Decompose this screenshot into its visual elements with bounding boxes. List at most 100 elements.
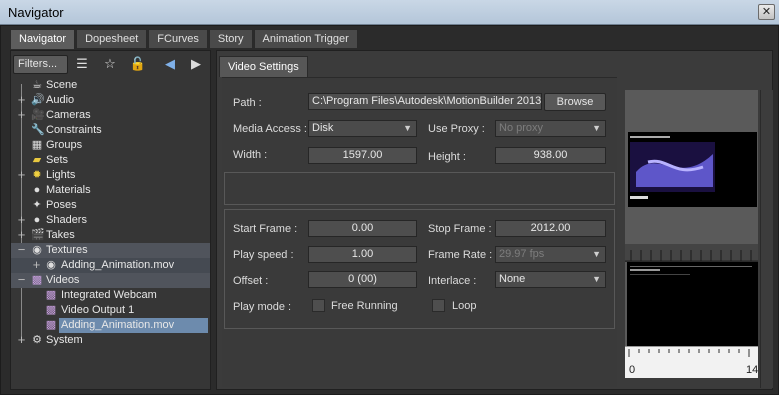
tree-label: System (46, 334, 83, 346)
chevron-down-icon: ▼ (592, 274, 601, 284)
camera-icon: 🎥 (31, 109, 45, 121)
interlace-label: Interlace : (428, 275, 477, 287)
start-frame-label: Start Frame : (233, 223, 298, 235)
loop-label: Loop (452, 300, 477, 312)
tree-label: Adding_Animation.mov (61, 259, 175, 271)
vertical-scrollbar[interactable] (760, 90, 773, 388)
lock-icon[interactable]: 🔓 (129, 56, 147, 73)
tree-item-system[interactable]: + ⚙ System (11, 333, 210, 348)
list-view-icon[interactable]: ☰ (73, 56, 91, 73)
scene-tree: ☕ Scene + 🔊 Audio + 🎥 Cameras 🔧 Constrai… (11, 78, 210, 348)
expand-icon[interactable]: + (16, 108, 27, 121)
tree-label: Audio (46, 94, 75, 106)
tab-animation-trigger[interactable]: Animation Trigger (253, 29, 358, 48)
navigator-panel: Filters... ☰ ☆ 🔓 ◀ ▶ ☕ Scene + 🔊 Audio +… (10, 50, 211, 390)
play-speed-field[interactable]: 1.00 (308, 246, 417, 263)
tree-label: Sets (46, 154, 69, 166)
preview-timeline[interactable]: 0 14 (625, 346, 758, 378)
use-proxy-value: No proxy (499, 122, 544, 134)
tree-label: Shaders (46, 214, 87, 226)
tab-fcurves[interactable]: FCurves (148, 29, 208, 48)
groups-icon: ▦ (31, 139, 43, 151)
pose-icon: ✦ (32, 199, 42, 211)
video-settings-panel: Path : C:\Program Files\Autodesk\MotionB… (222, 77, 617, 387)
expand-icon[interactable]: + (16, 228, 27, 241)
expand-icon[interactable]: + (16, 213, 27, 226)
take-clapper-icon: 🎬 (31, 229, 45, 241)
video-viewer (627, 262, 758, 346)
media-access-select[interactable]: Disk ▼ (308, 120, 417, 137)
video-icon: ▩ (31, 274, 43, 286)
height-field[interactable]: 938.00 (495, 147, 606, 164)
video-icon: ▩ (45, 304, 57, 316)
tree-item-takes[interactable]: + 🎬 Takes (11, 228, 210, 243)
close-button[interactable]: ✕ (758, 4, 775, 20)
expand-icon[interactable]: + (16, 168, 27, 181)
tree-item-scene[interactable]: ☕ Scene (11, 78, 210, 93)
tree-item-constraints[interactable]: 🔧 Constraints (11, 123, 210, 138)
tree-item-videos[interactable]: − ▩ Videos (11, 273, 210, 288)
frame-rate-select[interactable]: 29.97 fps ▼ (495, 246, 606, 263)
media-access-value: Disk (312, 122, 334, 134)
timeline-end-label: 14 (746, 364, 759, 376)
collapse-icon[interactable]: − (16, 273, 27, 286)
collapse-icon[interactable]: − (16, 243, 27, 256)
expand-icon[interactable]: + (16, 333, 27, 346)
timeline-ticks (628, 349, 750, 357)
window-titlebar: Navigator ✕ (0, 0, 779, 25)
interlace-value: None (499, 273, 526, 285)
offset-label: Offset : (233, 275, 269, 287)
filters-button[interactable]: Filters... (13, 55, 68, 74)
tab-dopesheet[interactable]: Dopesheet (76, 29, 148, 48)
tree-item-audio[interactable]: + 🔊 Audio (11, 93, 210, 108)
tree-item-texture-child[interactable]: + ◉ Adding_Animation.mov (11, 258, 210, 273)
free-running-label: Free Running (331, 300, 398, 312)
light-icon: ✹ (32, 169, 42, 181)
constraint-icon: 🔧 (31, 124, 45, 136)
start-frame-field[interactable]: 0.00 (308, 220, 417, 237)
stop-frame-field[interactable]: 2012.00 (495, 220, 606, 237)
tree-item-lights[interactable]: + ✹ Lights (11, 168, 210, 183)
interlace-select[interactable]: None ▼ (495, 271, 606, 288)
tree-item-cameras[interactable]: + 🎥 Cameras (11, 108, 210, 123)
forward-arrow-icon[interactable]: ▶ (187, 56, 205, 73)
tree-item-textures[interactable]: − ◉ Textures (11, 243, 210, 258)
free-running-checkbox[interactable] (312, 299, 325, 312)
tree-label: Takes (46, 229, 75, 241)
star-select-icon[interactable]: ☆ (101, 56, 119, 73)
tree-item-video-anim[interactable]: ▩ Adding_Animation.mov (11, 318, 210, 333)
loop-checkbox[interactable] (432, 299, 445, 312)
tree-label: Groups (46, 139, 83, 151)
tree-label: Poses (46, 199, 77, 211)
browse-button[interactable]: Browse (544, 93, 606, 111)
frame-rate-label: Frame Rate : (428, 249, 493, 261)
frame-rate-value: 29.97 fps (499, 248, 545, 260)
path-field[interactable]: C:\Program Files\Autodesk\MotionBuilder … (308, 93, 542, 110)
tree-label: Constraints (46, 124, 102, 136)
tree-item-poses[interactable]: ✦ Poses (11, 198, 210, 213)
tab-video-settings[interactable]: Video Settings (219, 56, 308, 77)
audio-icon: 🔊 (31, 94, 45, 106)
tree-item-sets[interactable]: ▰ Sets (11, 153, 210, 168)
tab-story[interactable]: Story (208, 29, 253, 48)
tree-item-materials[interactable]: ● Materials (11, 183, 210, 198)
tree-label: Video Output 1 (61, 304, 135, 316)
height-label: Height : (428, 151, 466, 163)
tab-navigator[interactable]: Navigator (10, 29, 76, 49)
video-thumbnail-graphic (628, 132, 757, 207)
width-field[interactable]: 1597.00 (308, 147, 417, 164)
path-label: Path : (233, 97, 262, 109)
tree-item-shaders[interactable]: + ● Shaders (11, 213, 210, 228)
tree-label: Lights (46, 169, 76, 181)
offset-field[interactable]: 0 (00) (308, 271, 417, 288)
back-arrow-icon[interactable]: ◀ (161, 56, 179, 73)
tree-label: Videos (46, 274, 80, 286)
use-proxy-select[interactable]: No proxy ▼ (495, 120, 606, 137)
tree-item-groups[interactable]: ▦ Groups (11, 138, 210, 153)
tree-item-video-webcam[interactable]: ▩ Integrated Webcam (11, 288, 210, 303)
expand-icon[interactable]: + (31, 258, 42, 271)
folder-icon: ▰ (32, 154, 42, 166)
scene-icon: ☕ (32, 79, 42, 91)
tree-item-video-output[interactable]: ▩ Video Output 1 (11, 303, 210, 318)
expand-icon[interactable]: + (16, 93, 27, 106)
